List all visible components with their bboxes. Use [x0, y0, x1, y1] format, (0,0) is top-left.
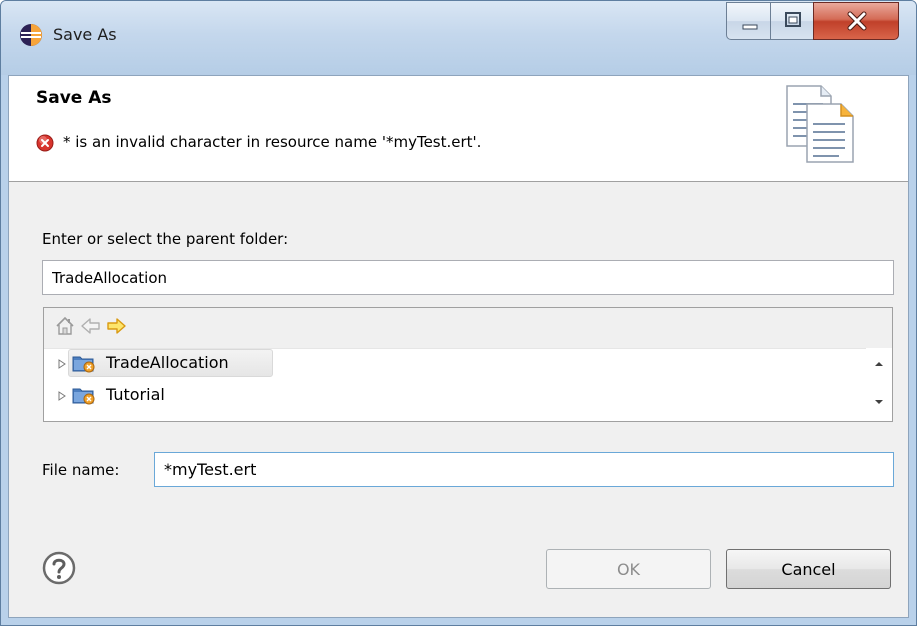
close-button[interactable]	[813, 2, 899, 40]
error-message: * is an invalid character in resource na…	[63, 133, 482, 151]
documents-icon	[786, 85, 854, 163]
minimize-icon	[742, 24, 758, 30]
error-icon	[36, 134, 54, 152]
tree-item[interactable]: Tutorial	[44, 380, 866, 410]
expand-arrow-icon[interactable]	[58, 359, 66, 369]
tree-scrollbar[interactable]	[866, 348, 892, 421]
help-icon[interactable]	[42, 551, 76, 585]
forward-arrow-icon[interactable]	[105, 315, 127, 337]
title-area: Save As * is an invalid character in res…	[9, 76, 908, 182]
file-name-input[interactable]	[154, 452, 894, 487]
tree-item-label: TradeAllocation	[106, 353, 229, 372]
back-arrow-icon[interactable]	[80, 315, 102, 337]
home-icon[interactable]	[54, 315, 76, 337]
scroll-up-icon[interactable]	[871, 358, 887, 370]
eclipse-app-icon	[20, 24, 42, 46]
dialog-heading: Save As	[36, 88, 112, 108]
maximize-button[interactable]	[770, 2, 814, 40]
parent-folder-label: Enter or select the parent folder:	[42, 230, 289, 248]
cancel-button[interactable]: Cancel	[726, 549, 891, 589]
ok-button[interactable]: OK	[546, 549, 711, 589]
close-icon	[847, 11, 867, 31]
parent-folder-input[interactable]	[42, 260, 894, 295]
folder-tree[interactable]: TradeAllocation Tutorial	[43, 307, 893, 422]
project-folder-icon	[72, 388, 95, 405]
minimize-button[interactable]	[726, 2, 771, 40]
tree-item[interactable]: TradeAllocation	[44, 348, 866, 378]
save-as-window: Save As Save As * is an invalid characte…	[0, 0, 917, 626]
maximize-icon	[785, 12, 801, 27]
scroll-down-icon[interactable]	[871, 396, 887, 408]
window-title: Save As	[53, 25, 117, 44]
tree-item-label: Tutorial	[106, 385, 165, 404]
project-folder-icon	[72, 356, 95, 373]
title-bar[interactable]: Save As	[1, 1, 916, 75]
tree-toolbar	[44, 308, 892, 349]
file-name-label: File name:	[42, 461, 120, 479]
expand-arrow-icon[interactable]	[58, 391, 66, 401]
dialog-content: Save As * is an invalid character in res…	[8, 75, 909, 618]
